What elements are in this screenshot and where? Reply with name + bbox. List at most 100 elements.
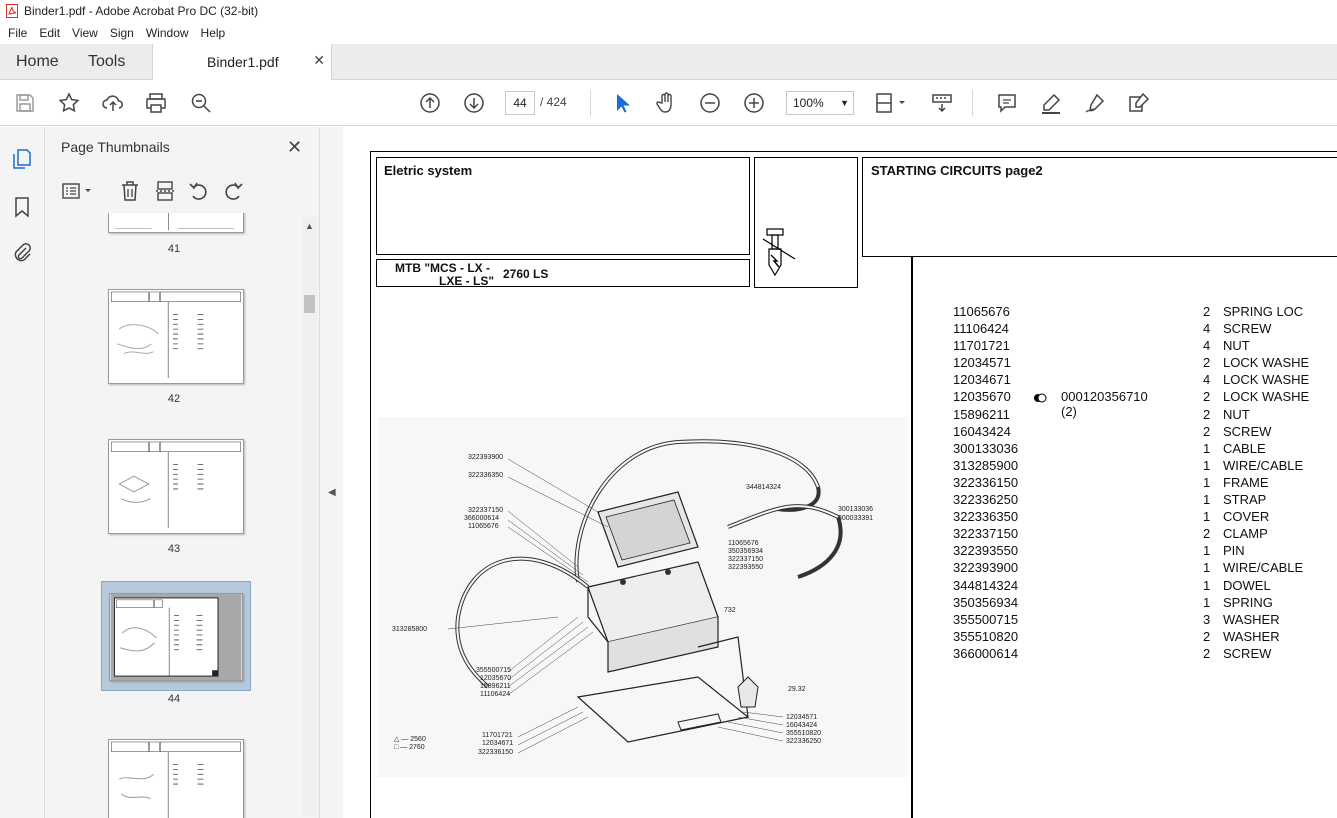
- close-tab-icon[interactable]: ✕: [313, 52, 325, 69]
- page-number-input[interactable]: 44: [505, 91, 535, 115]
- tab-home[interactable]: Home: [16, 44, 59, 80]
- callout-label: 11065676: [468, 523, 499, 530]
- callout-label: 12035670: [480, 675, 511, 682]
- comment-icon[interactable]: [995, 91, 1019, 115]
- callout-label: 322337150: [728, 556, 763, 563]
- print-icon[interactable]: [144, 91, 168, 115]
- callout-label: 12034571: [786, 714, 817, 721]
- panel-title: Page Thumbnails: [61, 139, 170, 155]
- tab-tools[interactable]: Tools: [88, 44, 125, 80]
- page-heading: STARTING CIRCUITS page2: [871, 163, 1043, 178]
- select-cursor-icon[interactable]: [610, 91, 634, 115]
- callout-label: 322393900: [468, 454, 503, 461]
- column-divider: [911, 257, 913, 818]
- next-page-icon[interactable]: [462, 91, 486, 115]
- thumbnail-page-44[interactable]: [109, 593, 243, 681]
- zoom-level-value: 100%: [793, 96, 824, 110]
- toolbar: 44 / 424 100% ▼: [0, 80, 1337, 126]
- callout-label: 11065676: [728, 540, 759, 547]
- menu-sign[interactable]: Sign: [104, 26, 140, 40]
- bookmarks-icon[interactable]: [10, 195, 34, 219]
- callout-label: 366000614: [464, 515, 499, 522]
- callout-label: 300133036: [838, 506, 873, 513]
- callout-label: 300033391: [838, 515, 873, 522]
- left-navigation-rail: [0, 127, 45, 818]
- callout-label: 350356934: [728, 548, 763, 555]
- page-thumbnails-panel: Page Thumbnails ✕ 41 42 43 44 ▲: [45, 127, 320, 818]
- thumbnail-page-42[interactable]: [108, 289, 244, 384]
- save-icon[interactable]: [13, 91, 37, 115]
- zoom-level-select[interactable]: 100% ▼: [786, 91, 854, 115]
- collapse-arrow-icon[interactable]: ◀: [328, 487, 336, 498]
- callout-label: 29.32: [788, 686, 806, 693]
- zoom-out-icon[interactable]: [698, 91, 722, 115]
- thumbnail-page-41[interactable]: [108, 213, 244, 233]
- battery-exploded-diagram: 322393900 322336350 322337150 366000614 …: [378, 417, 908, 777]
- document-view[interactable]: Eletric system MTB "MCS - LX - LXE - LS"…: [343, 127, 1337, 818]
- page-thumbnails-icon[interactable]: [10, 147, 34, 171]
- window-title: Binder1.pdf - Adobe Acrobat Pro DC (32-b…: [24, 4, 259, 18]
- callout-label: □ — 2760: [394, 744, 425, 751]
- tab-bar: Home Tools Binder1.pdf ✕: [0, 44, 1337, 81]
- callout-label: 344814324: [746, 484, 781, 491]
- zoom-search-icon[interactable]: [189, 91, 213, 115]
- zoom-in-icon[interactable]: [742, 91, 766, 115]
- scrollbar-thumb[interactable]: [304, 295, 315, 313]
- page-display-icon[interactable]: [873, 91, 909, 115]
- callout-label: 732: [724, 607, 736, 614]
- rotate-counterclockwise-icon[interactable]: [187, 179, 211, 203]
- tab-document[interactable]: Binder1.pdf ✕: [152, 44, 332, 81]
- extract-page-icon[interactable]: [153, 179, 177, 203]
- callout-label: 355500715: [476, 667, 511, 674]
- delete-page-icon[interactable]: [118, 179, 142, 203]
- thumbnail-options-icon[interactable]: [60, 179, 96, 203]
- model-number: 2760 LS: [503, 267, 549, 281]
- scroll-up-icon[interactable]: ▲: [305, 221, 314, 231]
- thumbnail-number: 42: [167, 393, 181, 405]
- menu-edit[interactable]: Edit: [33, 26, 66, 40]
- collapse-panel-strip[interactable]: ◀: [320, 127, 343, 818]
- panel-toolbar: [45, 175, 310, 207]
- callout-label: 322336150: [478, 749, 513, 756]
- title-bar: Binder1.pdf - Adobe Acrobat Pro DC (32-b…: [0, 0, 1337, 22]
- tab-document-label: Binder1.pdf: [207, 54, 279, 70]
- draw-sign-icon[interactable]: [1083, 91, 1107, 115]
- menu-window[interactable]: Window: [140, 26, 195, 40]
- close-panel-icon[interactable]: ✕: [287, 137, 302, 158]
- highlight-pen-icon[interactable]: [1039, 91, 1063, 115]
- scroll-mode-icon[interactable]: [930, 91, 954, 115]
- callout-label: 11106424: [480, 691, 510, 698]
- thumbnail-page-45[interactable]: [108, 739, 244, 818]
- thumbnail-number: 44: [167, 693, 181, 705]
- pdf-page: Eletric system MTB "MCS - LX - LXE - LS"…: [343, 127, 1337, 818]
- menu-file[interactable]: File: [2, 26, 33, 40]
- callout-label: △ — 2560: [394, 736, 426, 743]
- bookmark-star-icon[interactable]: [57, 91, 81, 115]
- attachments-paperclip-icon[interactable]: [10, 241, 34, 265]
- callout-label: 16043424: [786, 722, 817, 729]
- starter-symbol-icon: [762, 228, 796, 277]
- model-line1: MTB "MCS - LX -: [395, 261, 491, 275]
- callout-label: 322336250: [786, 738, 821, 745]
- model-line2: LXE - LS": [439, 274, 495, 288]
- hand-tool-icon[interactable]: [654, 91, 678, 115]
- menu-bar: File Edit View Sign Window Help: [0, 22, 1337, 44]
- toolbar-divider: [590, 90, 591, 116]
- rotate-clockwise-icon[interactable]: [221, 179, 245, 203]
- callout-label: 15896211: [480, 683, 511, 690]
- menu-view[interactable]: View: [66, 26, 104, 40]
- alternate-part-icon: [1033, 391, 1047, 403]
- acrobat-pdf-icon: [6, 4, 18, 18]
- menu-help[interactable]: Help: [195, 26, 232, 40]
- callout-label: 322337150: [468, 507, 503, 514]
- chevron-down-icon: ▼: [840, 98, 849, 108]
- thumbnail-page-43[interactable]: [108, 439, 244, 534]
- callout-label: 355510820: [786, 730, 821, 737]
- callout-label: 11701721: [482, 732, 513, 739]
- section-title: Eletric system: [384, 163, 473, 178]
- thumbnail-scrollbar[interactable]: ▲: [302, 217, 317, 817]
- previous-page-icon[interactable]: [418, 91, 442, 115]
- share-upload-icon[interactable]: [101, 91, 125, 115]
- callout-label: 322336350: [468, 472, 503, 479]
- fill-sign-icon[interactable]: [1127, 91, 1151, 115]
